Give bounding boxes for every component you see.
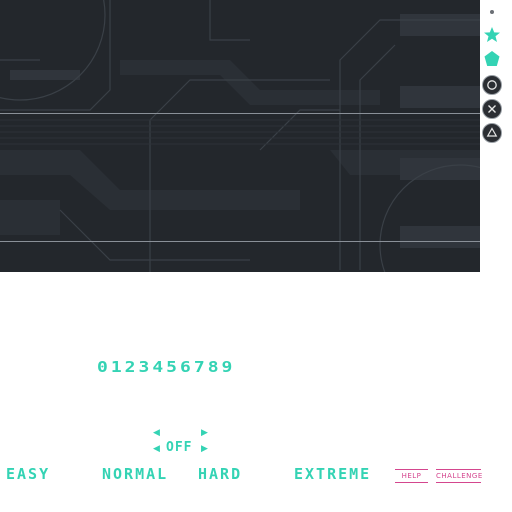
dot-icon <box>490 10 494 14</box>
help-button[interactable]: HELP <box>395 469 428 483</box>
circle-button-icon <box>482 75 502 95</box>
background-banner <box>0 0 480 272</box>
left-arrow-icon[interactable]: ◀ <box>153 444 160 454</box>
cross-button-icon <box>482 99 502 119</box>
left-arrow-icon[interactable]: ◀ <box>153 428 160 438</box>
difficulty-normal[interactable]: NORMAL <box>102 465 168 483</box>
triangle-button-icon <box>482 123 502 143</box>
difficulty-extreme[interactable]: EXTREME <box>294 465 371 483</box>
option-value: OFF <box>166 440 193 455</box>
banner-divider-top <box>0 113 480 114</box>
challenge-button[interactable]: CHALLENGE <box>436 469 482 483</box>
star-icon <box>484 27 500 42</box>
right-arrow-icon[interactable]: ▶ <box>201 428 208 438</box>
difficulty-hard[interactable]: HARD <box>198 465 242 483</box>
digit-strip: 0123456789 <box>97 358 236 377</box>
circuit-pattern <box>0 0 480 272</box>
right-arrow-icon[interactable]: ▶ <box>201 444 208 454</box>
difficulty-easy[interactable]: EASY <box>6 465 50 483</box>
pentagon-icon <box>484 51 500 66</box>
banner-divider-bottom <box>0 241 480 242</box>
icon-column <box>480 0 512 150</box>
